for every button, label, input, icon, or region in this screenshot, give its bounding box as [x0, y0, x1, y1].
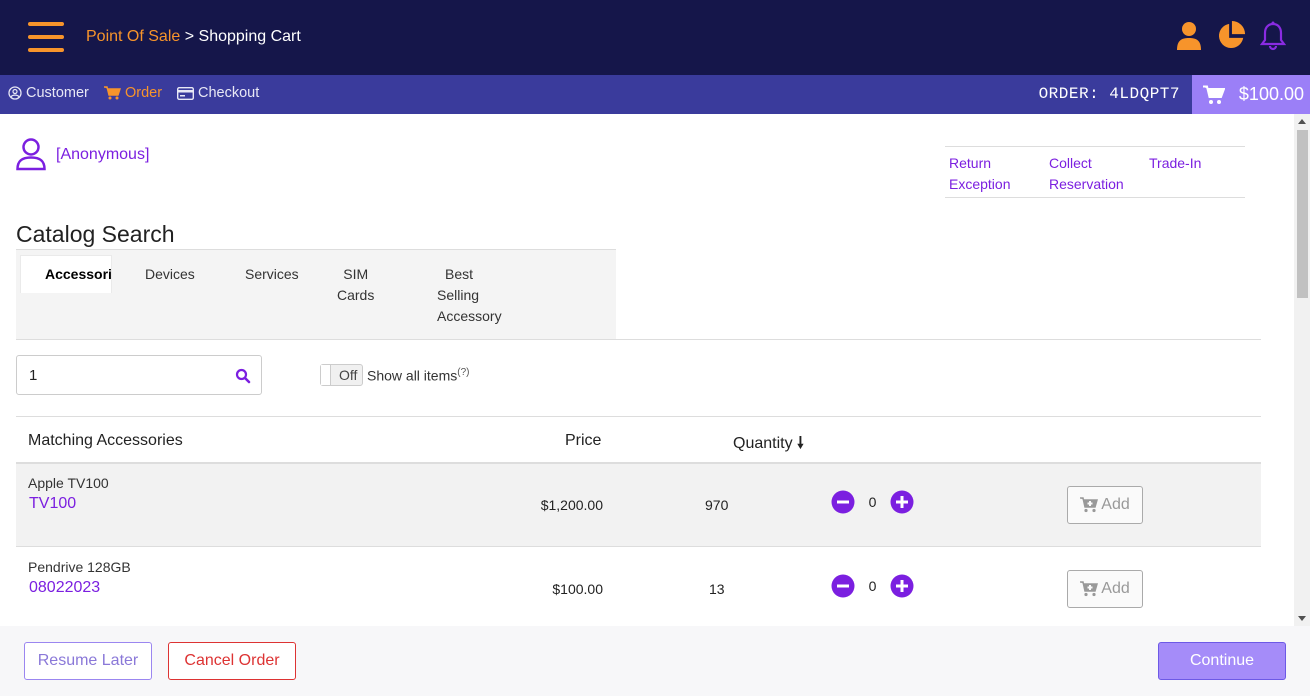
return-exception-link[interactable]: Return Exception — [949, 153, 1039, 195]
item-description: Apple TV100 — [28, 475, 109, 491]
order-id: ORDER: 4LDQPT7 — [1038, 85, 1180, 103]
cart-icon — [1202, 85, 1225, 104]
item-sku-link[interactable]: TV100 — [29, 495, 76, 513]
breadcrumb-separator: > — [184, 28, 195, 45]
item-quantity: 970 — [705, 497, 729, 513]
menu-icon[interactable] — [28, 22, 64, 52]
vertical-scrollbar[interactable] — [1294, 114, 1310, 626]
help-icon[interactable]: (?) — [457, 367, 469, 378]
scroll-thumb[interactable] — [1297, 130, 1308, 298]
header-price: Price — [565, 432, 602, 449]
item-description: Pendrive 128GB — [28, 559, 131, 575]
order-nav: Customer Order Checkout ORDER: 4LDQPT7 $… — [0, 75, 1310, 114]
credit-card-icon — [177, 86, 194, 100]
search-icon[interactable] — [235, 368, 251, 384]
customer-name-link[interactable]: [Anonymous] — [56, 146, 149, 164]
nav-customer[interactable]: Customer — [8, 85, 89, 101]
resume-later-button[interactable]: Resume Later — [24, 642, 152, 680]
toggle-knob — [321, 365, 331, 385]
minus-circle-icon[interactable] — [831, 574, 855, 598]
top-header: Point Of Sale > Shopping Cart — [0, 0, 1310, 75]
header-matching-accessories: Matching Accessories — [28, 432, 183, 449]
nav-order[interactable]: Order — [104, 85, 162, 101]
catalog-tabs: Accessories Devices Services SIMCards Be… — [16, 249, 616, 339]
cart-total-button[interactable]: $100.00 — [1192, 75, 1310, 114]
quantity-stepper: 0 — [831, 574, 914, 598]
header-quantity[interactable]: Quantity 🠗 — [733, 432, 804, 459]
tab-devices[interactable]: Devices — [145, 264, 195, 285]
toggle-state: Off — [339, 367, 358, 383]
minus-circle-icon[interactable] — [831, 490, 855, 514]
collect-reservation-link[interactable]: Collect Reservation — [1049, 153, 1139, 195]
scroll-up-arrow[interactable] — [1298, 119, 1306, 124]
breadcrumb-root[interactable]: Point Of Sale — [86, 28, 180, 45]
tab-best-selling-accessory[interactable]: Best Selling Accessory — [437, 264, 502, 327]
tab-services[interactable]: Services — [245, 264, 299, 285]
trade-in-link[interactable]: Trade-In — [1149, 153, 1239, 174]
user-outline-icon — [16, 138, 46, 171]
item-price: $1,200.00 — [540, 497, 603, 513]
add-button-label: Add — [1101, 580, 1130, 597]
add-button[interactable]: Add — [1067, 486, 1143, 524]
cart-icon — [104, 86, 121, 100]
cart-plus-icon — [1080, 497, 1099, 513]
search-input[interactable] — [29, 365, 219, 385]
nav-checkout[interactable]: Checkout — [177, 85, 259, 101]
pie-chart-icon[interactable] — [1216, 20, 1246, 52]
tab-sim-cards[interactable]: SIM Cards — [337, 264, 374, 306]
add-button[interactable]: Add — [1067, 570, 1143, 608]
breadcrumb-current: Shopping Cart — [198, 28, 301, 45]
cancel-order-button[interactable]: Cancel Order — [168, 642, 296, 680]
item-quantity: 13 — [709, 581, 725, 597]
bell-icon[interactable] — [1258, 20, 1288, 52]
stepper-value: 0 — [868, 578, 877, 594]
user-icon[interactable] — [1174, 20, 1204, 52]
cart-plus-icon — [1080, 581, 1099, 597]
main-content: [Anonymous] Return Exception Collect Reser… — [0, 114, 1294, 626]
user-circle-icon — [8, 86, 22, 100]
add-button-label: Add — [1101, 496, 1130, 513]
tab-accessories[interactable]: Accessories — [20, 255, 112, 293]
continue-button[interactable]: Continue — [1158, 642, 1286, 680]
divider — [16, 339, 1261, 340]
item-price: $100.00 — [552, 581, 603, 597]
table-row: Pendrive 128GB 08022023 $100.00 13 0 Add — [16, 548, 1261, 626]
show-all-label: Show all items(?) — [367, 367, 470, 384]
stepper-value: 0 — [868, 494, 877, 510]
nav-customer-label: Customer — [26, 85, 89, 101]
sort-down-icon: 🠗 — [797, 435, 804, 452]
customer-info: [Anonymous] — [16, 138, 149, 171]
table-header: Matching Accessories Price Quantity 🠗 — [16, 417, 1261, 464]
nav-checkout-label: Checkout — [198, 85, 260, 101]
scroll-down-arrow[interactable] — [1298, 616, 1306, 621]
plus-circle-icon[interactable] — [890, 574, 914, 598]
quick-links: Return Exception Collect Reservation Trade… — [945, 146, 1245, 198]
show-all-text: Show all items — [367, 367, 458, 384]
quantity-stepper: 0 — [831, 490, 914, 514]
catalog-search-box — [16, 355, 262, 395]
catalog-title: Catalog Search — [16, 221, 175, 247]
action-footer: Resume Later Cancel Order Continue — [0, 626, 1310, 696]
nav-order-label: Order — [125, 85, 163, 101]
breadcrumb: Point Of Sale > Shopping Cart — [86, 28, 301, 46]
cart-total-amount: $100.00 — [1238, 84, 1304, 104]
header-actions — [1174, 20, 1288, 52]
plus-circle-icon[interactable] — [890, 490, 914, 514]
item-sku-link[interactable]: 08022023 — [29, 579, 100, 597]
show-all-toggle[interactable]: Off — [320, 364, 363, 386]
table-row: Apple TV100 TV100 $1,200.00 970 0 Add — [16, 464, 1261, 547]
